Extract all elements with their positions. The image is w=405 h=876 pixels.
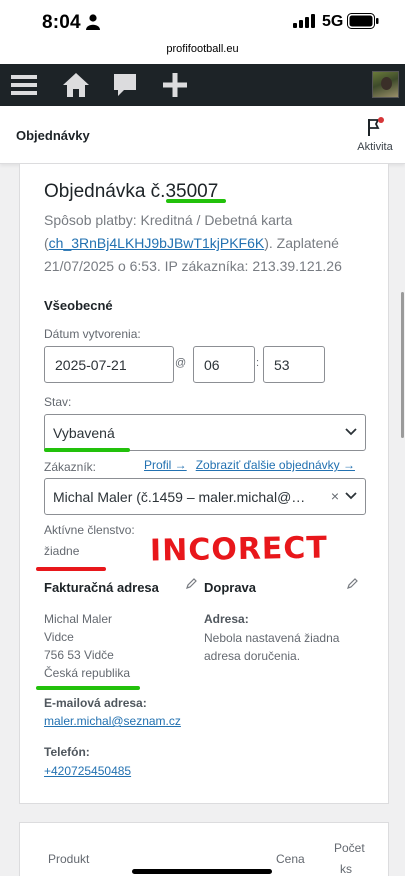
order-items-panel: Produkt Cena Počet ks	[19, 822, 389, 876]
activity-label: Aktivita	[357, 141, 393, 153]
phone-label: Telefón:	[44, 745, 90, 759]
billing-line: Michal Maler	[44, 612, 113, 626]
signal-icon	[293, 14, 315, 28]
col-price: Cena	[276, 852, 305, 866]
col-qty: Počet ks	[334, 841, 365, 876]
status-select[interactable]: Vybavená	[44, 414, 366, 451]
general-heading: Všeobecné	[44, 298, 113, 313]
membership-label: Aktívne členstvo:	[44, 523, 135, 537]
membership-underline	[36, 567, 106, 571]
customer-value: Michal Maler (č.1459 – maler.michal@…	[53, 489, 306, 505]
order-number-underline	[166, 199, 226, 203]
membership-value: žiadne	[44, 544, 80, 558]
network-type: 5G	[322, 13, 344, 30]
transaction-link[interactable]: ch_3RnBj4LKHJ9bJBwT1kjPKF6K	[49, 235, 265, 251]
phone-link[interactable]: +420725450485	[44, 764, 131, 778]
billing-address: Michal Maler Vidce 756 53 Vidče Česká re…	[44, 610, 130, 682]
billing-line: Česká republika	[44, 666, 131, 680]
incorrect-annotation: INCORECT	[149, 530, 329, 569]
status-label: Stav:	[44, 395, 72, 409]
email-link[interactable]: maler.michal@seznam.cz	[44, 714, 181, 728]
order-data-panel: Objednávka č.35007 Spôsob platby: Kredit…	[19, 164, 389, 804]
hour-value: 06	[204, 357, 220, 373]
activity-button[interactable]: Aktivita	[352, 116, 398, 153]
shipping-address-text: Nebola nastavená žiadna adresa doručenia…	[204, 631, 340, 663]
at-separator: @	[175, 357, 187, 369]
country-underline	[36, 686, 140, 690]
shipping-heading: Doprava	[204, 580, 257, 595]
clock: 8:04	[42, 12, 81, 33]
edit-shipping-pencil-icon[interactable]	[347, 578, 358, 589]
battery-icon	[347, 13, 379, 29]
billing-line: Vidce	[44, 630, 74, 644]
col-product: Produkt	[48, 852, 90, 866]
home-indicator[interactable]	[132, 869, 272, 874]
payment-method-text: Spôsob platby: Kreditná / Debetná karta	[44, 212, 293, 228]
admin-bar	[0, 64, 405, 106]
chevron-down-icon	[345, 428, 357, 436]
home-icon[interactable]	[61, 70, 91, 100]
minute-value: 53	[274, 357, 290, 373]
date-created-input[interactable]: 2025-07-21	[44, 346, 174, 383]
person-icon	[86, 14, 100, 30]
status-bar: 8:04 5G	[0, 0, 405, 40]
page-title: Objednávky	[16, 128, 90, 143]
screen-header: Objednávky Aktivita	[0, 106, 405, 164]
billing-heading: Fakturačná adresa	[44, 580, 159, 595]
chevron-down-icon	[345, 492, 357, 500]
time-colon: :	[256, 357, 260, 369]
menu-icon[interactable]	[9, 70, 39, 100]
clear-customer-icon[interactable]: ×	[331, 488, 339, 504]
browser-url-bar[interactable]: profifootball.eu	[0, 40, 405, 64]
comment-icon[interactable]	[110, 70, 140, 100]
customer-label: Zákazník:	[44, 460, 97, 474]
email-label: E-mailová adresa:	[44, 696, 147, 710]
date-created-label: Dátum vytvorenia:	[44, 327, 141, 341]
hour-input[interactable]: 06	[193, 346, 255, 383]
customer-select[interactable]: Michal Maler (č.1459 – maler.michal@… ×	[44, 478, 366, 515]
url-text: profifootball.eu	[166, 43, 239, 55]
edit-billing-pencil-icon[interactable]	[186, 578, 197, 589]
order-payment-info: Spôsob platby: Kreditná / Debetná karta …	[44, 209, 374, 278]
col-qty-line1: Počet	[334, 841, 365, 855]
date-value: 2025-07-21	[55, 357, 127, 373]
other-orders-link[interactable]: Zobraziť ďalšie objednávky →	[196, 458, 355, 472]
billing-line: 756 53 Vidče	[44, 648, 114, 662]
minute-input[interactable]: 53	[263, 346, 325, 383]
shipping-address-label: Adresa:	[204, 612, 249, 626]
customer-links: Profil → Zobraziť ďalšie objednávky →	[144, 458, 364, 472]
status-underline	[44, 448, 130, 452]
profile-link[interactable]: Profil →	[144, 458, 187, 472]
flag-icon	[368, 117, 384, 136]
scrollbar[interactable]	[401, 292, 404, 438]
plus-icon[interactable]	[160, 70, 190, 100]
status-value: Vybavená	[53, 425, 115, 441]
col-qty-line2: ks	[340, 862, 352, 876]
avatar[interactable]	[372, 71, 399, 98]
